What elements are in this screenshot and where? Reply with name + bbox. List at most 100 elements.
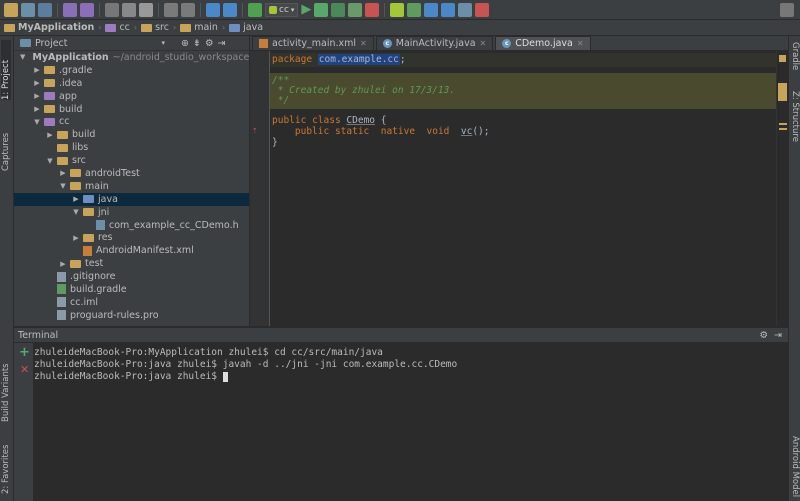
tree-item[interactable]: proguard-rules.pro: [14, 309, 249, 322]
collapsed-arrow-icon[interactable]: ▶: [46, 131, 54, 139]
sdk-manager-icon[interactable]: [424, 2, 439, 17]
make-project-icon[interactable]: [248, 2, 262, 17]
tree-item[interactable]: build.gradle: [14, 283, 249, 296]
redo-icon[interactable]: [80, 2, 94, 17]
terminal-output[interactable]: zhuleideMacBook-Pro:MyApplication zhulei…: [34, 343, 788, 501]
tab-mainactivity-java[interactable]: c MainActivity.java ✕: [375, 36, 494, 50]
tree-item[interactable]: ▶ build: [14, 103, 249, 116]
tree-item[interactable]: ▼ main: [14, 180, 249, 193]
editor-gutter[interactable]: ⇡: [250, 51, 270, 326]
breadcrumb-item-project[interactable]: MyApplication: [4, 22, 94, 33]
tree-item[interactable]: ▼ jni: [14, 206, 249, 219]
tree-item[interactable]: cc.iml: [14, 296, 249, 309]
gradle-sync-icon[interactable]: [407, 2, 422, 17]
collapsed-arrow-icon[interactable]: ▶: [59, 260, 67, 268]
hide-icon[interactable]: ⇥: [218, 38, 226, 49]
hide-icon[interactable]: ⇥: [774, 330, 782, 341]
collapsed-arrow-icon[interactable]: ▶: [72, 195, 80, 203]
tab-activity-main-xml[interactable]: activity_main.xml ✕: [252, 36, 374, 50]
editor-marker-bar[interactable]: [776, 51, 788, 326]
attach-debugger-icon[interactable]: [348, 2, 363, 17]
breadcrumb-item-module[interactable]: cc: [105, 22, 130, 33]
tab-favorites[interactable]: 2: Favorites: [1, 436, 11, 494]
collapsed-arrow-icon[interactable]: ▶: [33, 66, 41, 74]
breadcrumb-item-main[interactable]: main: [180, 22, 218, 33]
expanded-arrow-icon[interactable]: ▼: [59, 182, 67, 190]
warning-marker[interactable]: [779, 123, 787, 125]
tree-item[interactable]: AndroidManifest.xml: [14, 244, 249, 257]
settings-icon[interactable]: ⚙: [760, 330, 769, 341]
undo-icon[interactable]: [63, 2, 77, 17]
coverage-icon[interactable]: [331, 2, 346, 17]
breadcrumb-label: main: [194, 22, 218, 33]
tree-item[interactable]: ▼ MyApplication ~/android_studio_workspace…: [14, 51, 249, 64]
tab-build-variants[interactable]: Build Variants: [1, 352, 11, 422]
project-view-selector[interactable]: Project: [35, 38, 68, 49]
monitor-icon[interactable]: [458, 2, 473, 17]
new-session-icon[interactable]: +: [19, 345, 30, 360]
open-folder-icon[interactable]: [4, 2, 18, 17]
code-editor[interactable]: package com.example.cc; /** * Created by…: [270, 51, 776, 326]
tree-item[interactable]: ▶ androidTest: [14, 167, 249, 180]
tree-item[interactable]: ▶ .gradle: [14, 64, 249, 77]
tree-item[interactable]: com_example_cc_CDemo.h: [14, 219, 249, 232]
tab-gradle[interactable]: Gradle: [790, 42, 800, 70]
help-icon[interactable]: [475, 2, 490, 17]
collapsed-arrow-icon[interactable]: ▶: [33, 105, 41, 113]
expanded-arrow-icon[interactable]: ▼: [46, 157, 54, 165]
tree-item[interactable]: ▼ src: [14, 154, 249, 167]
tree-item[interactable]: ▶ app: [14, 90, 249, 103]
stop-icon[interactable]: [365, 2, 380, 17]
chevron-down-icon[interactable]: ▾: [162, 39, 166, 47]
tree-item[interactable]: ▶ build: [14, 128, 249, 141]
tab-android-model[interactable]: Android Model: [790, 436, 800, 497]
warning-marker[interactable]: [779, 128, 787, 130]
collapse-all-icon[interactable]: ⇟: [193, 38, 201, 49]
debug-icon[interactable]: [314, 2, 329, 17]
expanded-arrow-icon[interactable]: ▼: [72, 208, 80, 216]
tab-captures[interactable]: Captures: [1, 116, 11, 171]
tab-cdemo-java[interactable]: c CDemo.java ✕: [495, 36, 591, 50]
close-icon[interactable]: ✕: [480, 39, 487, 48]
tree-item[interactable]: ▼ cc: [14, 115, 249, 128]
tree-item[interactable]: ▶ res: [14, 231, 249, 244]
search-everywhere-icon[interactable]: [780, 2, 794, 17]
paste-icon[interactable]: [139, 2, 153, 17]
collapsed-arrow-icon[interactable]: ▶: [33, 79, 41, 87]
implementation-marker-icon[interactable]: ⇡: [252, 127, 258, 135]
forward-icon[interactable]: [223, 2, 237, 17]
tree-item[interactable]: libs: [14, 141, 249, 154]
close-session-icon[interactable]: ✕: [20, 363, 29, 376]
scroll-from-source-icon[interactable]: ⊕: [181, 38, 189, 49]
close-icon[interactable]: ✕: [360, 39, 367, 48]
save-icon[interactable]: [21, 2, 35, 17]
copy-icon[interactable]: [122, 2, 136, 17]
breadcrumb-item-src[interactable]: src: [141, 22, 169, 33]
run-icon[interactable]: ▶: [301, 2, 311, 17]
cut-icon[interactable]: [105, 2, 119, 17]
collapsed-arrow-icon[interactable]: ▶: [59, 169, 67, 177]
find-icon[interactable]: [164, 2, 178, 17]
tree-item[interactable]: ▶ test: [14, 257, 249, 270]
replace-icon[interactable]: [181, 2, 195, 17]
tab-structure[interactable]: Z: Structure: [790, 91, 800, 142]
warning-marker[interactable]: [778, 83, 787, 101]
run-config-select[interactable]: cc ▾: [265, 2, 299, 17]
collapsed-arrow-icon[interactable]: ▶: [72, 234, 80, 242]
inspection-status-icon[interactable]: [779, 55, 786, 62]
breadcrumb-item-java[interactable]: java: [229, 22, 263, 33]
tree-item[interactable]: ▶ .idea: [14, 77, 249, 90]
collapsed-arrow-icon[interactable]: ▶: [33, 92, 41, 100]
module-folder-icon: [44, 92, 55, 101]
avd-manager-icon[interactable]: [390, 2, 405, 17]
sync-icon[interactable]: [38, 2, 52, 17]
expanded-arrow-icon[interactable]: ▼: [33, 118, 41, 126]
tree-item[interactable]: ▶ java: [14, 192, 249, 206]
expanded-arrow-icon[interactable]: ▼: [20, 53, 25, 61]
close-icon[interactable]: ✕: [577, 39, 584, 48]
tab-project[interactable]: 1: Project: [1, 40, 11, 100]
tree-item[interactable]: .gitignore: [14, 270, 249, 283]
download-icon[interactable]: [441, 2, 456, 17]
back-icon[interactable]: [206, 2, 220, 17]
settings-icon[interactable]: ⚙: [205, 38, 214, 49]
